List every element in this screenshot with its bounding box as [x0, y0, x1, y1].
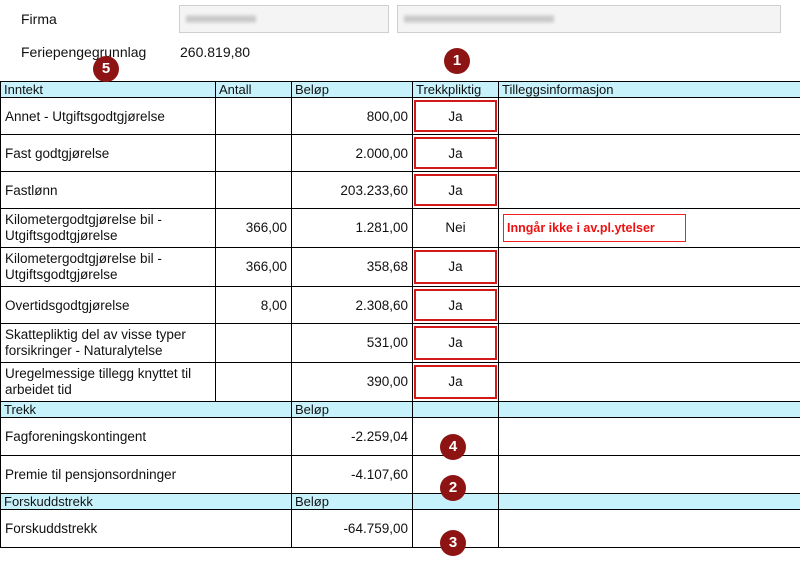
row-name: Forskuddstrekk — [0, 509, 292, 548]
row-tillegg — [498, 323, 800, 363]
firma-label: Firma — [21, 11, 57, 27]
row-belop: -2.259,04 — [291, 417, 413, 456]
row-trekkpliktig: Ja — [412, 362, 499, 402]
forskudd-header-row: Forskuddstrekk Beløp — [0, 493, 800, 510]
col-header-inntekt: Inntekt — [0, 81, 216, 98]
row-name: Overtidsgodtgjørelse — [0, 286, 216, 324]
trekk-header-row: Trekk Beløp — [0, 401, 800, 418]
row-name: Fastlønn — [0, 171, 216, 209]
forskudd-belop-header: Beløp — [291, 493, 413, 510]
row-trekkpliktig: Ja — [412, 134, 499, 172]
row-antall: 366,00 — [215, 247, 292, 287]
callout-badge-4: 4 — [440, 434, 466, 460]
table-row: Kilometergodtgjørelse bil - Utgiftsgodtg… — [0, 208, 800, 248]
row-belop: -64.759,00 — [291, 509, 413, 548]
trekk-belop-header: Beløp — [291, 401, 413, 418]
firma-id-field — [179, 5, 389, 33]
row-name: Skattepliktig del av visse typer forsikr… — [0, 323, 216, 363]
table-row: Skattepliktig del av visse typer forsikr… — [0, 323, 800, 363]
row-tillegg: Inngår ikke i av.pl.ytelser — [498, 208, 800, 248]
firma-name-field — [397, 5, 781, 33]
row-name: Premie til pensjonsordninger — [0, 455, 292, 494]
forskudd-header: Forskuddstrekk — [0, 493, 292, 510]
payslip-table: Inntekt Antall Beløp Trekkpliktig Tilleg… — [0, 81, 800, 548]
row-belop: 390,00 — [291, 362, 413, 402]
table-row: Overtidsgodtgjørelse 8,00 2.308,60 Ja — [0, 286, 800, 324]
table-row: Forskuddstrekk -64.759,00 — [0, 509, 800, 548]
table-row: Fast godtgjørelse 2.000,00 Ja — [0, 134, 800, 172]
row-antall: 8,00 — [215, 286, 292, 324]
row-trekkpliktig: Ja — [412, 97, 499, 135]
trekk-header: Trekk — [0, 401, 292, 418]
row-trekkpliktig: Ja — [412, 286, 499, 324]
row-antall — [215, 323, 292, 363]
tillegg-note: Inngår ikke i av.pl.ytelser — [503, 214, 686, 242]
callout-badge-3: 3 — [440, 530, 466, 556]
row-name: Kilometergodtgjørelse bil - Utgiftsgodtg… — [0, 247, 216, 287]
callout-badge-5: 5 — [93, 56, 119, 82]
table-row: Fagforeningskontingent -2.259,04 — [0, 417, 800, 456]
row-antall — [215, 171, 292, 209]
col-header-belop: Beløp — [291, 81, 413, 98]
row-belop: 203.233,60 — [291, 171, 413, 209]
col-header-antall: Antall — [215, 81, 292, 98]
row-tillegg — [498, 362, 800, 402]
table-row: Fastlønn 203.233,60 Ja — [0, 171, 800, 209]
row-belop: 358,68 — [291, 247, 413, 287]
table-row: Annet - Utgiftsgodtgjørelse 800,00 Ja — [0, 97, 800, 135]
income-header-row: Inntekt Antall Beløp Trekkpliktig Tilleg… — [0, 81, 800, 98]
col-header-trekkpliktig: Trekkpliktig — [412, 81, 499, 98]
row-name: Fast godtgjørelse — [0, 134, 216, 172]
row-name: Uregelmessige tillegg knyttet til arbeid… — [0, 362, 216, 402]
row-tillegg — [498, 286, 800, 324]
row-trekkpliktig: Ja — [412, 323, 499, 363]
row-tillegg — [498, 247, 800, 287]
row-antall — [215, 362, 292, 402]
feriepenge-label: Feriepengegrunnlag — [21, 44, 147, 60]
row-name: Annet - Utgiftsgodtgjørelse — [0, 97, 216, 135]
table-row: Premie til pensjonsordninger -4.107,60 — [0, 455, 800, 494]
row-trekkpliktig: Nei — [412, 208, 499, 248]
row-belop: 800,00 — [291, 97, 413, 135]
row-tillegg — [498, 97, 800, 135]
row-name: Kilometergodtgjørelse bil - Utgiftsgodtg… — [0, 208, 216, 248]
col-header-tillegg: Tilleggsinformasjon — [498, 81, 800, 98]
row-belop: 2.308,60 — [291, 286, 413, 324]
row-belop: 1.281,00 — [291, 208, 413, 248]
table-row: Uregelmessige tillegg knyttet til arbeid… — [0, 362, 800, 402]
row-antall: 366,00 — [215, 208, 292, 248]
callout-badge-2: 2 — [440, 475, 466, 501]
row-tillegg — [498, 171, 800, 209]
row-belop: -4.107,60 — [291, 455, 413, 494]
row-trekkpliktig: Ja — [412, 247, 499, 287]
row-belop: 2.000,00 — [291, 134, 413, 172]
feriepenge-value: 260.819,80 — [180, 44, 251, 60]
table-row: Kilometergodtgjørelse bil - Utgiftsgodtg… — [0, 247, 800, 287]
row-trekkpliktig: Ja — [412, 171, 499, 209]
row-antall — [215, 97, 292, 135]
callout-badge-1: 1 — [444, 48, 470, 74]
row-name: Fagforeningskontingent — [0, 417, 292, 456]
row-antall — [215, 134, 292, 172]
row-belop: 531,00 — [291, 323, 413, 363]
row-tillegg — [498, 134, 800, 172]
